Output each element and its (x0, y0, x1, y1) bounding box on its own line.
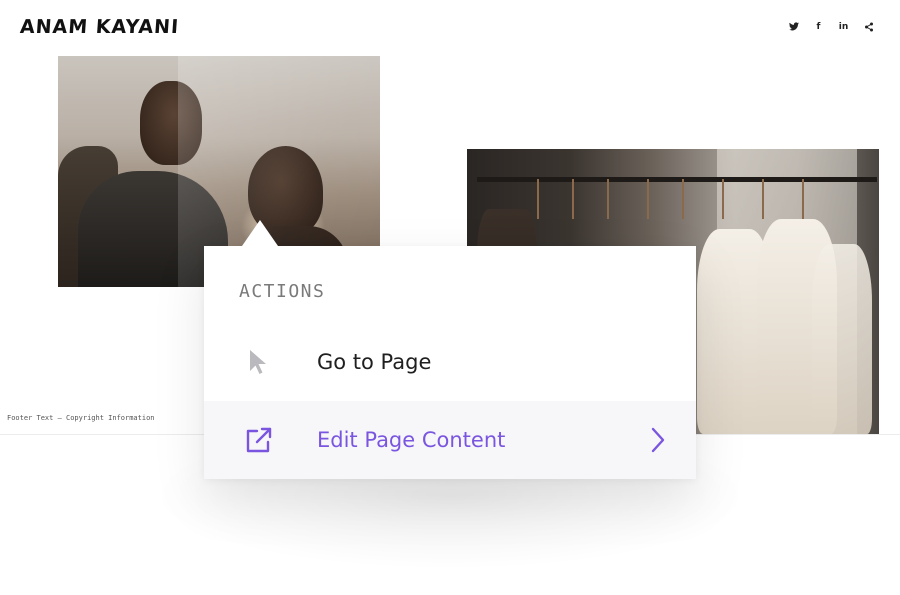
facebook-icon[interactable]: f (813, 21, 824, 32)
popup-pointer (242, 220, 278, 246)
share-icon[interactable] (863, 21, 874, 32)
social-links: f in (788, 21, 874, 32)
twitter-icon[interactable] (788, 21, 799, 32)
photo-hanger (647, 179, 649, 219)
photo-hanger (762, 179, 764, 219)
photo-hanger (682, 179, 684, 219)
photo-hanger (572, 179, 574, 219)
photo-hanger (607, 179, 609, 219)
footer-text: Footer Text — Copyright Information (7, 414, 155, 422)
photo-white-dress (812, 244, 872, 434)
photo-hanger (722, 179, 724, 219)
site-logo[interactable]: ANAM KAYANI (19, 16, 180, 38)
page: ANAM KAYANI f in Footer Text — Copyright… (0, 0, 900, 595)
external-link-icon (244, 425, 274, 455)
edit-page-content-label: Edit Page Content (317, 428, 506, 452)
cursor-arrow-icon (244, 347, 274, 377)
linkedin-icon[interactable]: in (838, 21, 849, 32)
chevron-right-icon (648, 425, 668, 455)
go-to-page-action[interactable]: Go to Page (204, 323, 696, 401)
photo-hanger (537, 179, 539, 219)
go-to-page-label: Go to Page (317, 350, 432, 374)
actions-popup: ACTIONS Go to Page Edit Page Content (204, 220, 696, 479)
popup-heading: ACTIONS (239, 281, 326, 302)
photo-hanger (802, 179, 804, 219)
edit-page-content-action[interactable]: Edit Page Content (204, 401, 696, 479)
